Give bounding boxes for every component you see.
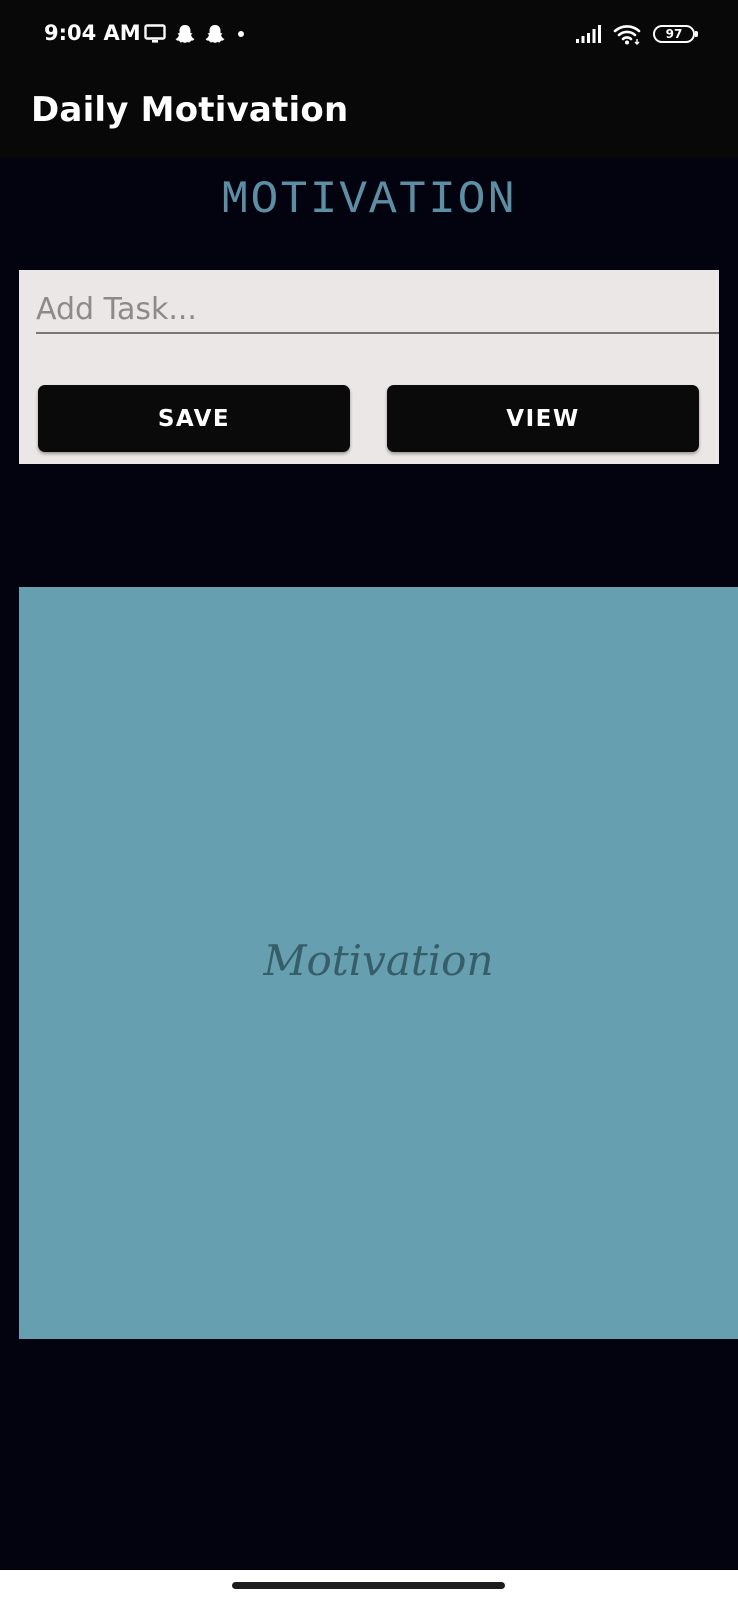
app-title: Daily Motivation [31,90,349,130]
motivation-text: Motivation [263,936,494,985]
wifi-icon [613,23,643,45]
home-indicator[interactable] [232,1582,505,1589]
save-button[interactable]: SAVE [38,385,350,452]
dot-icon [234,27,248,41]
navigation-bar [0,1570,738,1600]
snapchat-ghost-icon [204,23,226,45]
page-heading: MOTIVATION [220,174,518,226]
snapchat-ghost-icon [174,23,196,45]
notification-icons [144,20,256,48]
status-bar: 9:04 AM 97 [0,0,738,68]
add-task-input[interactable] [36,290,719,334]
battery-level: 97 [653,25,698,43]
motivation-panel: Motivation [19,587,738,1339]
signal-bars-icon [575,24,603,44]
status-time: 9:04 AM [44,21,141,45]
view-button[interactable]: VIEW [387,385,699,452]
battery-icon: 97 [653,25,698,43]
monitor-icon [144,24,166,44]
task-card: SAVE VIEW [19,270,719,464]
app-bar: Daily Motivation [0,68,738,158]
system-icons: 97 [565,20,698,48]
